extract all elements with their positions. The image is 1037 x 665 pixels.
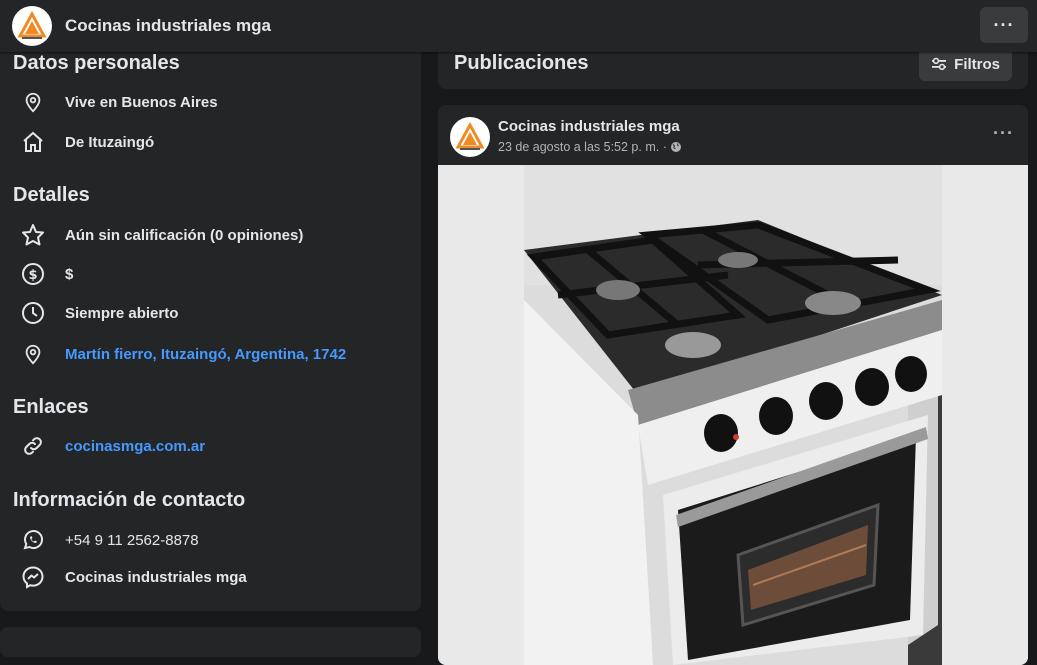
lives-text: Vive en Buenos Aires xyxy=(65,93,218,111)
section-title-details: Detalles xyxy=(13,184,90,206)
messenger-icon xyxy=(20,564,46,590)
messenger-text[interactable]: Cocinas industriales mga xyxy=(65,569,247,586)
rating-text: Aún sin calificación (0 opiniones) xyxy=(65,226,304,244)
post-author-name[interactable]: Cocinas industriales mga xyxy=(498,118,680,135)
whatsapp-icon xyxy=(20,527,46,553)
publications-title: Publicaciones xyxy=(454,52,589,74)
filter-sliders-icon xyxy=(932,57,947,71)
logo-icon xyxy=(17,10,47,39)
ellipsis-icon: ··· xyxy=(993,14,1015,35)
logo-icon xyxy=(455,121,485,150)
post-avatar[interactable] xyxy=(450,117,490,157)
post-image[interactable] xyxy=(438,165,1028,665)
website-link[interactable]: cocinasmga.com.ar xyxy=(65,438,205,455)
whatsapp-number[interactable]: +54 9 11 2562-8878 xyxy=(65,532,199,549)
location-pin-icon xyxy=(20,341,46,367)
more-options-button[interactable]: ··· xyxy=(980,7,1028,43)
post-meta: 23 de agosto a las 5:52 p. m. · xyxy=(498,140,682,154)
filters-button[interactable]: Filtros xyxy=(919,47,1012,81)
home-icon xyxy=(20,129,46,155)
second-card xyxy=(0,627,421,657)
info-row-price: $ $ xyxy=(20,260,73,288)
hours-text: Siempre abierto xyxy=(65,304,179,322)
info-row-website: cocinasmga.com.ar xyxy=(20,432,205,460)
ellipsis-icon: ··· xyxy=(993,123,1014,143)
post-more-options[interactable]: ··· xyxy=(993,123,1014,144)
section-title-personal: Datos personales xyxy=(13,52,180,74)
section-title-contact: Información de contacto xyxy=(13,489,246,511)
filters-label: Filtros xyxy=(954,55,1000,73)
info-row-rating: Aún sin calificación (0 opiniones) xyxy=(20,221,303,249)
clock-icon xyxy=(20,300,46,326)
dollar-circle-icon: $ xyxy=(20,261,46,287)
info-row-lives: Vive en Buenos Aires xyxy=(20,88,218,116)
info-row-from: De Ituzaingó xyxy=(20,128,154,156)
info-row-whatsapp: +54 9 11 2562-8878 xyxy=(20,526,199,554)
svg-text:$: $ xyxy=(28,268,37,283)
price-text: $ xyxy=(65,265,74,283)
top-bar: Cocinas industriales mga ··· xyxy=(0,0,1037,52)
page-title: Cocinas industriales mga xyxy=(65,16,271,35)
globe-icon xyxy=(670,142,681,152)
hometown-text: De Ituzaingó xyxy=(65,133,155,151)
stove-photo xyxy=(438,165,1028,665)
star-icon xyxy=(20,222,46,248)
address-link[interactable]: Martín fierro, Ituzaingó, Argentina, 174… xyxy=(65,346,346,363)
page-logo[interactable] xyxy=(12,6,52,46)
location-pin-icon xyxy=(20,89,46,115)
info-row-address: Martín fierro, Ituzaingó, Argentina, 174… xyxy=(20,340,346,368)
intro-card: Datos personales Vive en Buenos Aires De… xyxy=(0,52,421,611)
post-card: Cocinas industriales mga 23 de agosto a … xyxy=(438,105,1028,665)
info-row-messenger: Cocinas industriales mga xyxy=(20,563,247,591)
post-date[interactable]: 23 de agosto a las 5:52 p. m. · xyxy=(498,140,667,154)
link-icon xyxy=(20,433,46,459)
section-title-links: Enlaces xyxy=(13,396,89,418)
info-row-hours: Siempre abierto xyxy=(20,299,178,327)
